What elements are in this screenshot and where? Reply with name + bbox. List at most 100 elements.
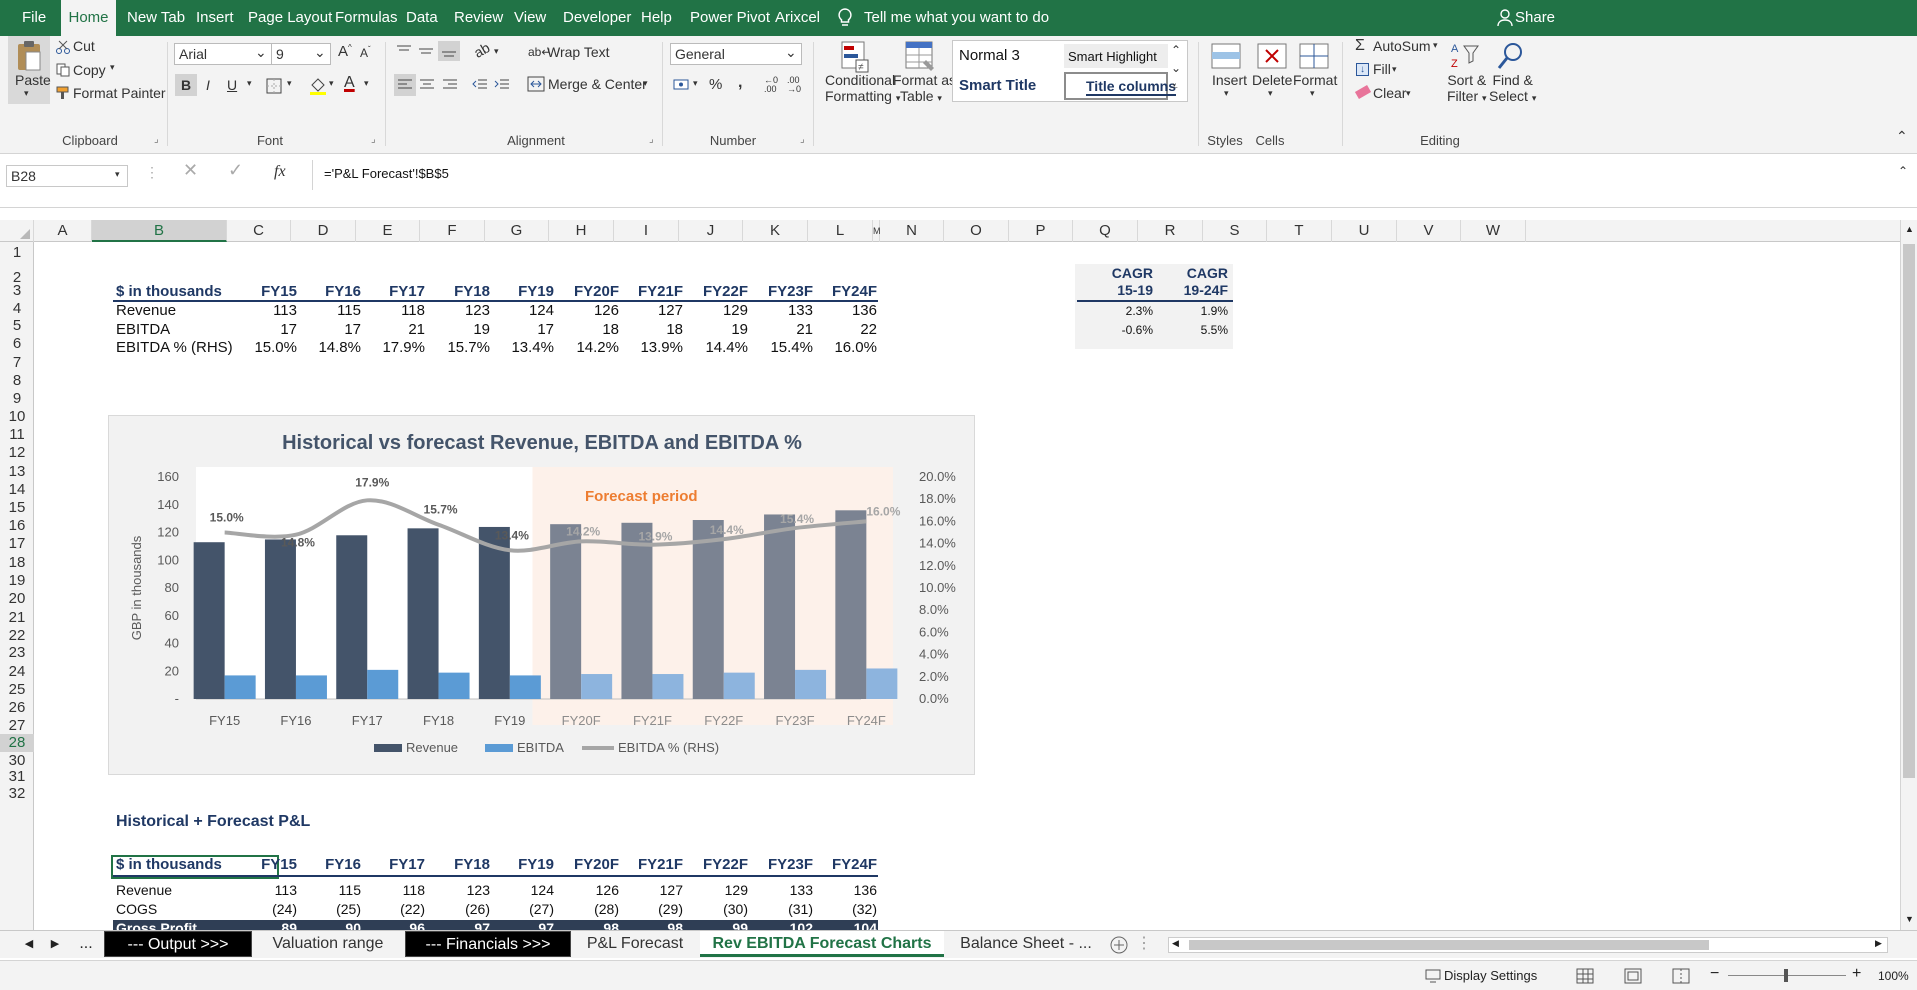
find-select-button[interactable]: Find & Select ▾	[1489, 72, 1536, 104]
row-header-16[interactable]: 16	[0, 517, 34, 535]
format-cells-button[interactable]: Format	[1293, 72, 1337, 88]
style-normal-3[interactable]: Normal 3	[959, 47, 1020, 64]
name-box[interactable]: B28 ▾	[6, 165, 128, 187]
select-all-corner[interactable]	[0, 220, 34, 242]
row-header-8[interactable]: 8	[0, 372, 34, 389]
cut-button[interactable]: Cut	[73, 38, 95, 54]
dialog-launcher-icon[interactable]: ⌟	[649, 134, 654, 145]
format-painter-button[interactable]: Format Painter	[73, 85, 166, 101]
column-header-q[interactable]: Q	[1073, 220, 1138, 242]
dialog-launcher-icon[interactable]: ⌟	[154, 134, 159, 145]
fill-button[interactable]: Fill	[1373, 61, 1391, 77]
collapse-ribbon-icon[interactable]: ⌃	[1896, 128, 1908, 145]
row-header-7[interactable]: 7	[0, 353, 34, 372]
chevron-down-icon[interactable]: ▾	[1224, 88, 1229, 99]
expand-formula-icon[interactable]: ⌃	[1898, 164, 1908, 178]
tab-scroll-right-icon[interactable]: ▶	[48, 931, 62, 957]
chevron-down-icon[interactable]: ▾	[1433, 40, 1438, 51]
column-header-b[interactable]: B	[92, 220, 227, 242]
row-header-23[interactable]: 23	[0, 644, 34, 662]
display-settings-button[interactable]: Display Settings	[1444, 968, 1537, 983]
sheet-tab[interactable]: --- Financials >>>	[405, 931, 571, 957]
zoom-slider-thumb[interactable]	[1784, 969, 1788, 982]
align-center-icon[interactable]	[419, 78, 435, 92]
dialog-launcher-icon[interactable]: ⌟	[371, 134, 376, 145]
column-header-d[interactable]: D	[291, 220, 356, 242]
column-header-s[interactable]: S	[1203, 220, 1267, 242]
scroll-down-icon[interactable]: ▼	[1905, 914, 1914, 924]
column-header-c[interactable]: C	[227, 220, 291, 242]
wrap-text-button[interactable]: Wrap Text	[547, 44, 610, 60]
increase-indent-icon[interactable]	[494, 78, 510, 92]
number-format-select[interactable]: General ⌄	[670, 43, 802, 65]
column-header-g[interactable]: G	[485, 220, 549, 242]
column-header-t[interactable]: T	[1267, 220, 1332, 242]
chevron-down-icon[interactable]: ▾	[364, 78, 369, 89]
column-header-l[interactable]: L	[808, 220, 873, 242]
row-header-21[interactable]: 21	[0, 608, 34, 627]
italic-button[interactable]: I	[206, 77, 210, 93]
column-header-k[interactable]: K	[743, 220, 808, 242]
zoom-level[interactable]: 100%	[1878, 969, 1909, 983]
row-header-14[interactable]: 14	[0, 481, 34, 499]
chevron-down-icon[interactable]: ▾	[329, 78, 334, 89]
currency-icon[interactable]	[673, 78, 691, 92]
column-header-a[interactable]: A	[34, 220, 92, 242]
column-header-i[interactable]: I	[614, 220, 679, 242]
chevron-down-icon[interactable]: ▾	[643, 78, 648, 89]
sheet-tab[interactable]: --- Output >>>	[104, 931, 252, 957]
scroll-up-icon[interactable]: ▲	[1905, 224, 1914, 234]
tab-scroll-left-icon[interactable]: ◀	[22, 931, 36, 957]
chevron-down-icon[interactable]: ▾	[1406, 88, 1411, 99]
column-header-v[interactable]: V	[1397, 220, 1461, 242]
column-header-h[interactable]: H	[549, 220, 614, 242]
horizontal-scrollbar[interactable]: ◀ ▶	[1168, 937, 1888, 953]
chevron-down-icon[interactable]: ▾	[110, 62, 115, 73]
formula-input[interactable]: ='P&L Forecast'!$B$5	[324, 166, 449, 181]
column-header-p[interactable]: P	[1009, 220, 1073, 242]
row-header-4[interactable]: 4	[0, 300, 34, 317]
hscroll-left-icon[interactable]: ◀	[1172, 938, 1179, 949]
merge-center-button[interactable]: Merge & Center	[548, 76, 647, 92]
row-header-22[interactable]: 22	[0, 627, 34, 644]
tab-data[interactable]: Data	[406, 0, 438, 36]
row-header-3[interactable]: 3	[0, 281, 34, 300]
chevron-down-icon[interactable]: ▾	[1310, 88, 1315, 99]
tab-splitter-icon[interactable]: ⋮	[1136, 931, 1152, 957]
tab-insert[interactable]: Insert	[196, 0, 234, 36]
column-header-w[interactable]: W	[1461, 220, 1526, 242]
decrease-font-icon[interactable]: Aˇ	[360, 45, 371, 60]
row-header-25[interactable]: 25	[0, 681, 34, 699]
row-header-6[interactable]: 6	[0, 335, 34, 353]
align-right-icon[interactable]	[442, 78, 458, 92]
page-break-view-icon[interactable]	[1672, 968, 1690, 984]
comma-button[interactable]: ,	[738, 74, 742, 92]
row-header-24[interactable]: 24	[0, 662, 34, 681]
dialog-launcher-icon[interactable]: ⌟	[800, 134, 805, 145]
chevron-down-icon[interactable]: ▾	[494, 46, 499, 57]
column-header-e[interactable]: E	[356, 220, 420, 242]
delete-cells-button[interactable]: Delete	[1252, 72, 1292, 88]
insert-cells-button[interactable]: Insert	[1212, 72, 1247, 88]
decrease-indent-icon[interactable]	[472, 78, 488, 92]
row-header-13[interactable]: 13	[0, 462, 34, 481]
zoom-in-icon[interactable]: +	[1852, 965, 1861, 983]
row-header-19[interactable]: 19	[0, 572, 34, 590]
gallery-down-icon[interactable]: ⌄	[1171, 61, 1181, 75]
row-header-1[interactable]: 1	[0, 242, 34, 264]
column-header-n[interactable]: N	[880, 220, 944, 242]
zoom-out-icon[interactable]: −	[1710, 965, 1719, 983]
tab-view[interactable]: View	[514, 0, 546, 36]
orientation-icon[interactable]: ab	[471, 39, 492, 61]
sheet-tab[interactable]: Balance Sheet - ...	[946, 931, 1106, 957]
format-as-table-button[interactable]: Format as Table ▾	[893, 72, 956, 104]
hscroll-thumb[interactable]	[1189, 940, 1709, 950]
row-header-15[interactable]: 15	[0, 499, 34, 517]
insert-function-icon[interactable]: fx	[274, 163, 286, 181]
row-header-31[interactable]: 31	[0, 769, 34, 785]
chevron-down-icon[interactable]: ▾	[1268, 88, 1273, 99]
chevron-down-icon[interactable]: ▾	[693, 78, 698, 89]
style-smart-title[interactable]: Smart Title	[959, 77, 1036, 94]
paste-label[interactable]: Paste	[15, 72, 51, 88]
increase-font-icon[interactable]: A^	[338, 43, 352, 60]
